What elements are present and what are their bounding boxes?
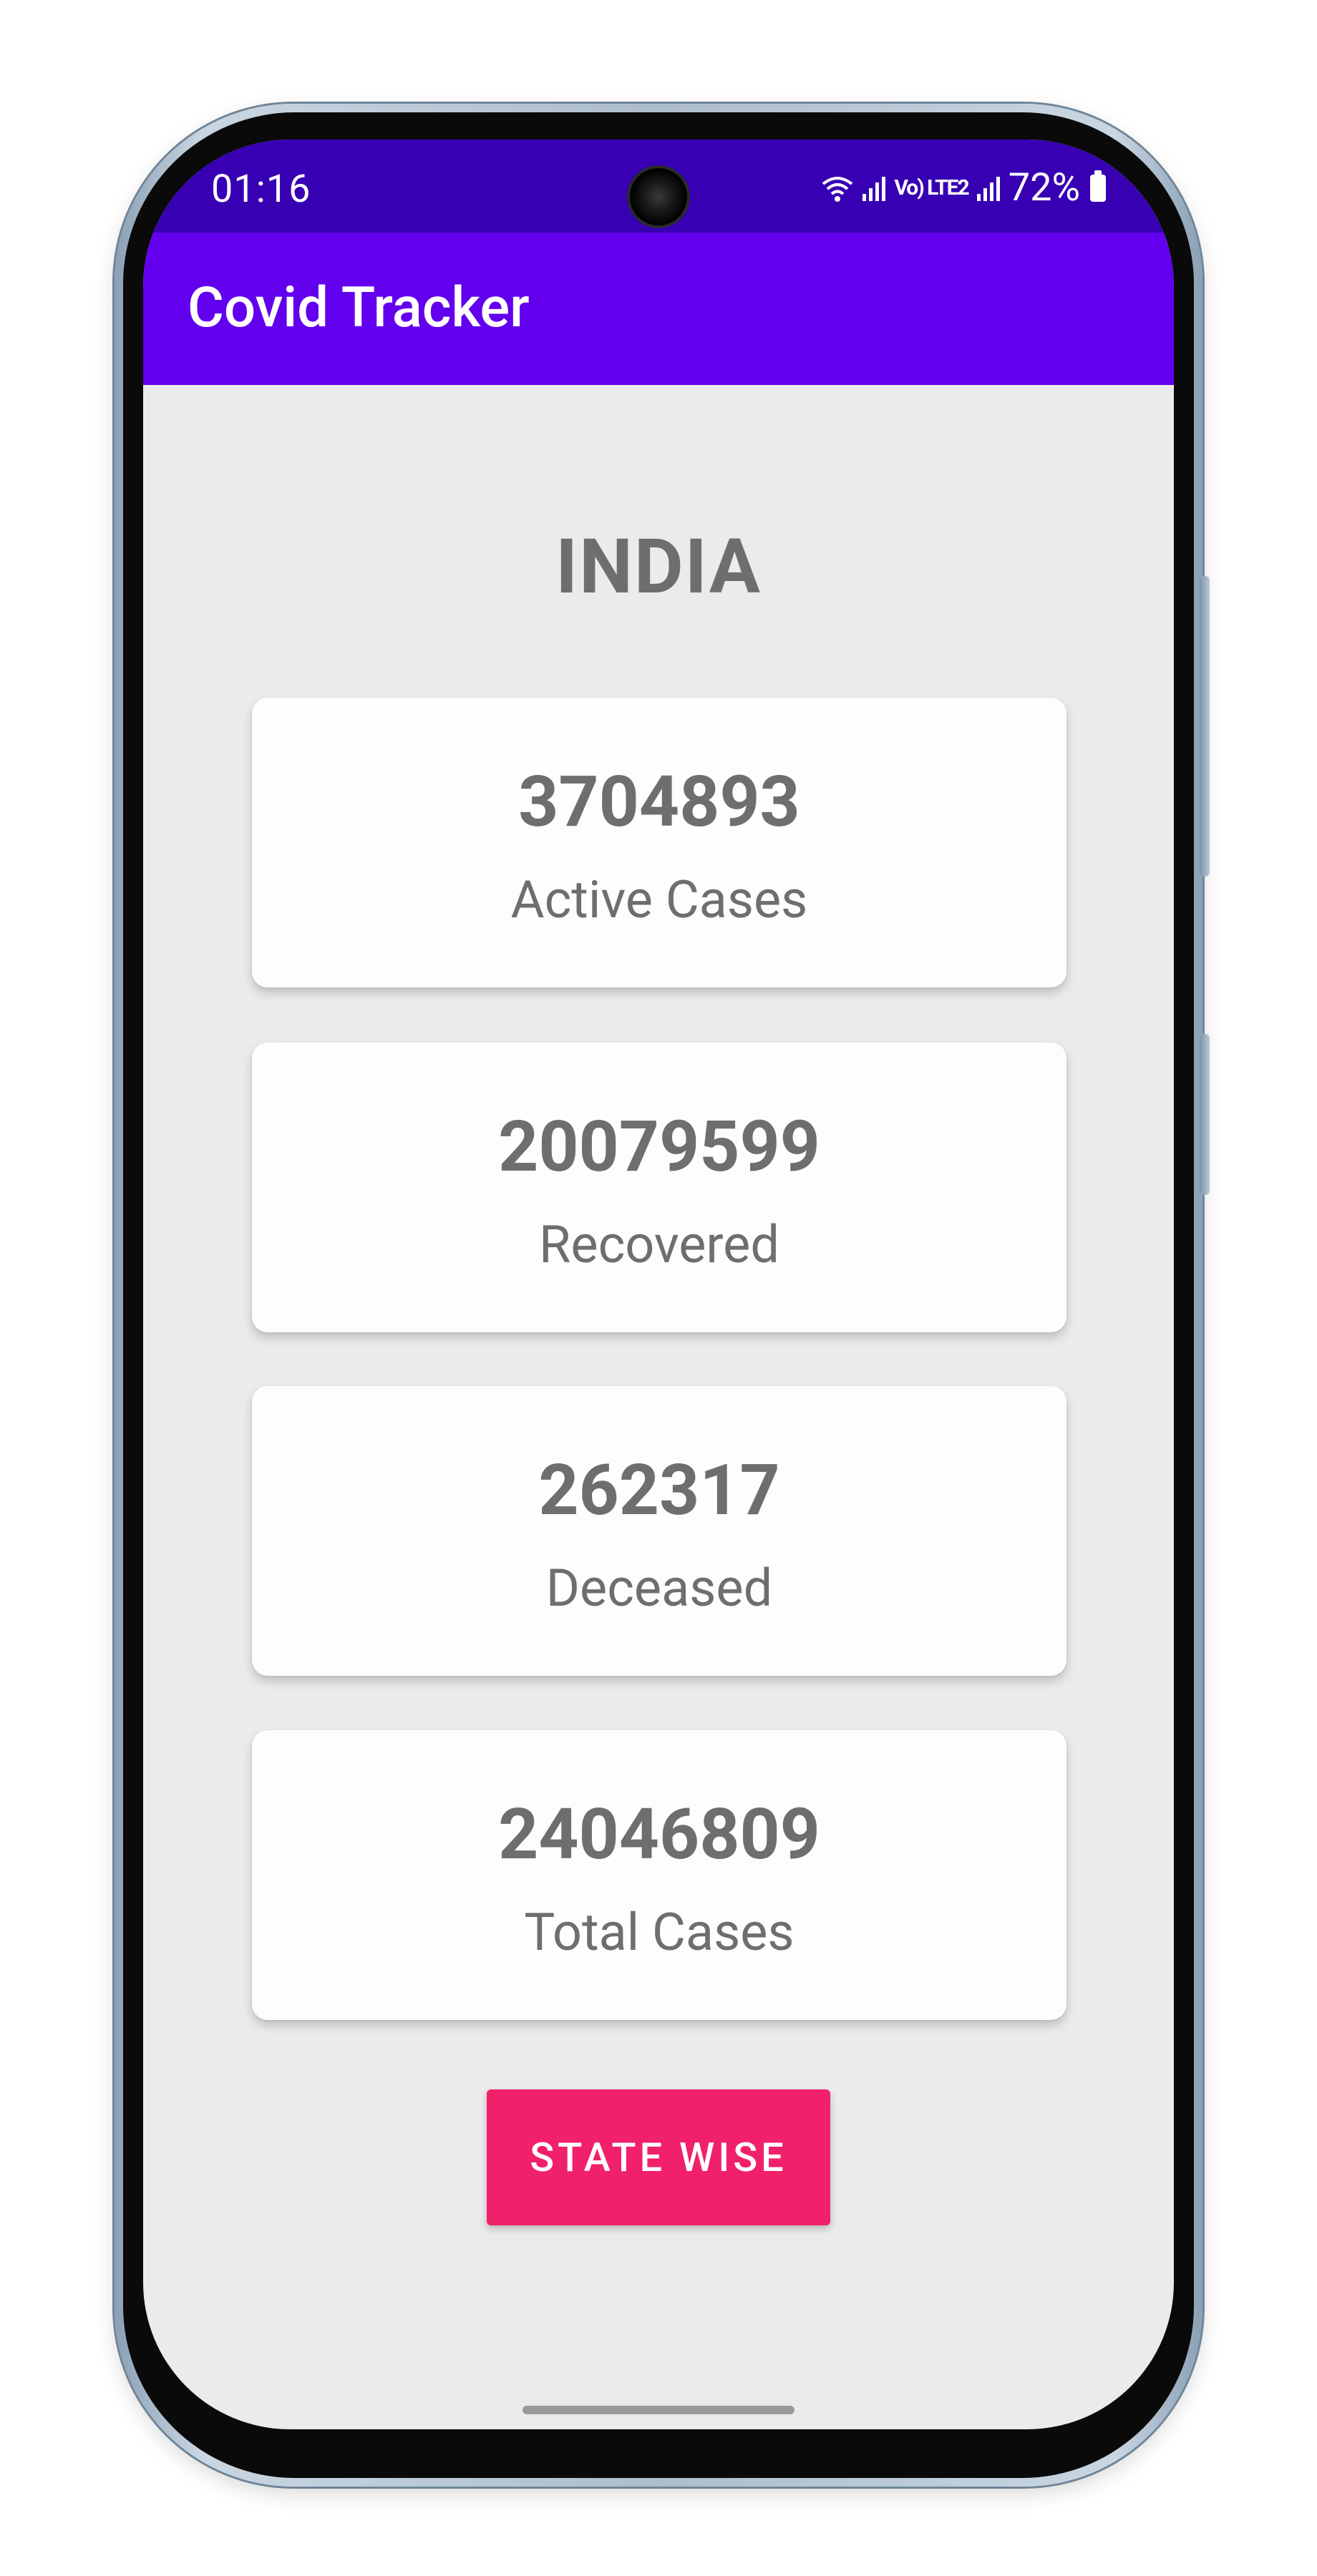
signal-icon-2 — [976, 176, 1000, 201]
status-icons: Vo) LTE2 72% — [821, 165, 1106, 210]
network-type: Vo) LTE2 — [894, 175, 969, 200]
active-cases-card: 3704893 Active Cases — [252, 698, 1066, 987]
app-bar: Covid Tracker — [143, 233, 1174, 385]
recovered-label: Recovered — [539, 1214, 779, 1275]
total-cases-card: 24046809 Total Cases — [252, 1730, 1066, 2020]
total-cases-value: 24046809 — [498, 1793, 820, 1875]
battery-percent: 72% — [1008, 165, 1080, 210]
phone-screen: 01:16 Vo) LTE2 72% Covid Tracker INDIA 3… — [143, 140, 1174, 2429]
status-bar: 01:16 Vo) LTE2 72% — [143, 140, 1174, 233]
app-title: Covid Tracker — [188, 275, 530, 341]
recovered-value: 20079599 — [498, 1106, 820, 1188]
front-camera — [630, 168, 687, 225]
deceased-card: 262317 Deceased — [252, 1386, 1066, 1676]
volume-button — [1200, 576, 1210, 877]
signal-icon — [862, 176, 886, 201]
home-indicator[interactable] — [523, 2406, 794, 2414]
active-cases-value: 3704893 — [518, 761, 800, 843]
total-cases-label: Total Cases — [524, 1902, 794, 1963]
wifi-icon — [822, 176, 853, 202]
status-time: 01:16 — [211, 167, 311, 212]
deceased-label: Deceased — [545, 1558, 773, 1619]
recovered-card: 20079599 Recovered — [252, 1043, 1066, 1332]
country-title: INDIA — [555, 522, 762, 611]
active-cases-label: Active Cases — [510, 869, 808, 930]
battery-icon — [1090, 170, 1106, 202]
state-wise-button[interactable]: STATE WISE — [487, 2089, 830, 2225]
deceased-value: 262317 — [538, 1449, 780, 1531]
power-button — [1200, 1034, 1210, 1195]
